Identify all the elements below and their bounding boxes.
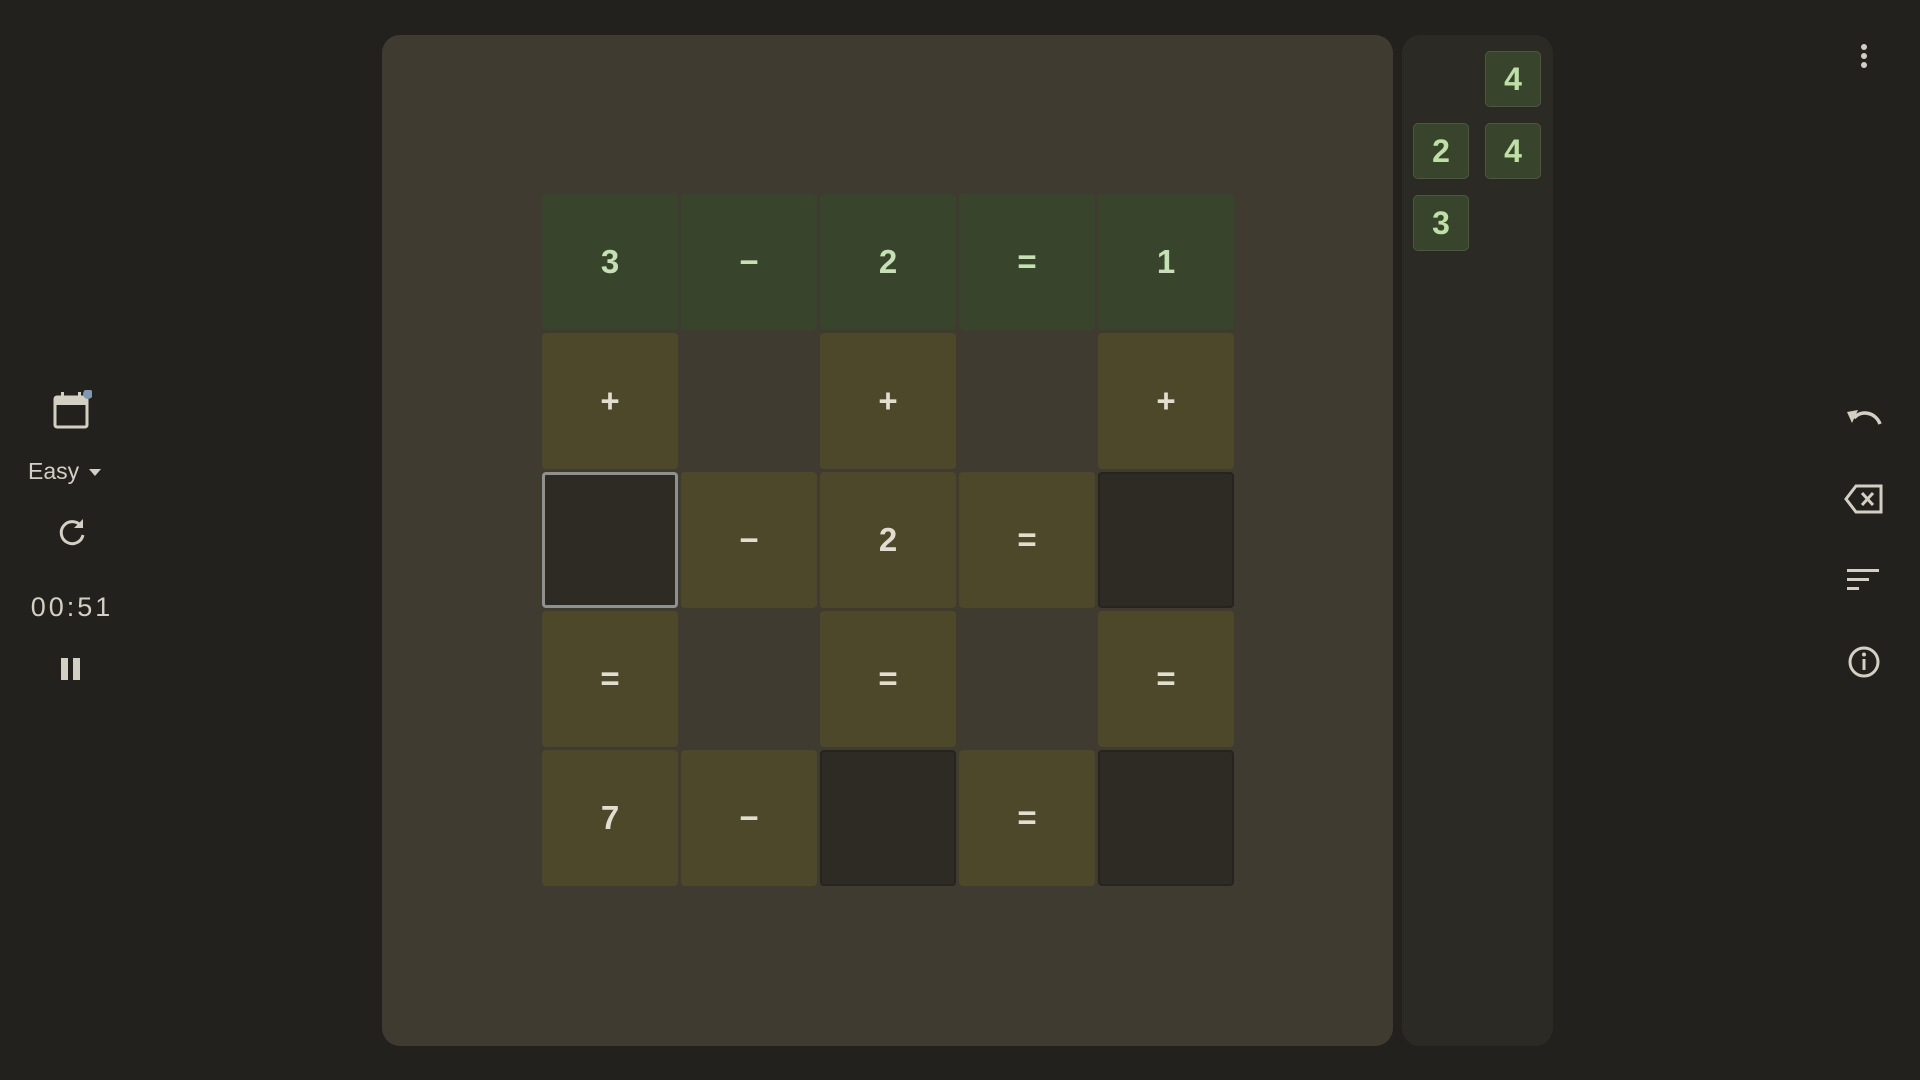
grid-cell: − xyxy=(681,194,817,330)
pause-icon[interactable] xyxy=(59,656,83,682)
restart-icon[interactable] xyxy=(55,516,89,550)
selected-cell[interactable] xyxy=(542,472,678,608)
blank-cell xyxy=(959,611,1095,747)
grid-cell: = xyxy=(1098,611,1234,747)
info-icon[interactable] xyxy=(1846,644,1882,685)
grid-cell: = xyxy=(959,472,1095,608)
grid-cell: + xyxy=(1098,333,1234,469)
grid-cell: = xyxy=(959,750,1095,886)
empty-cell[interactable] xyxy=(1098,472,1234,608)
grid-cell: − xyxy=(681,472,817,608)
number-tray: 4 2 4 3 xyxy=(1402,35,1553,1046)
puzzle-grid: 3−2 = 1 + + + −2 = = = = 7− = xyxy=(542,194,1234,886)
number-tile[interactable]: 4 xyxy=(1485,123,1541,179)
backspace-icon[interactable] xyxy=(1843,482,1885,521)
left-sidebar: Easy 00:51 xyxy=(0,0,144,1080)
calendar-icon[interactable] xyxy=(52,389,93,430)
number-tile[interactable]: 4 xyxy=(1485,51,1541,107)
empty-cell[interactable] xyxy=(820,750,956,886)
grid-cell: = xyxy=(959,194,1095,330)
grid-cell: 2 xyxy=(820,194,956,330)
difficulty-selector[interactable]: Easy xyxy=(28,458,102,485)
grid-cell: 1 xyxy=(1098,194,1234,330)
sort-icon[interactable] xyxy=(1846,566,1882,599)
grid-cell: = xyxy=(820,611,956,747)
more-vert-icon[interactable] xyxy=(1848,40,1880,77)
number-tile[interactable]: 3 xyxy=(1413,195,1469,251)
number-tile[interactable]: 2 xyxy=(1413,123,1469,179)
timer: 00:51 xyxy=(30,592,114,622)
grid-cell: + xyxy=(542,333,678,469)
difficulty-label: Easy xyxy=(28,458,80,484)
grid-cell: 2 xyxy=(820,472,956,608)
blank-cell xyxy=(681,611,817,747)
blank-cell xyxy=(959,333,1095,469)
grid-cell: 7 xyxy=(542,750,678,886)
grid-cell: 3 xyxy=(542,194,678,330)
grid-cell: = xyxy=(542,611,678,747)
blank-cell xyxy=(681,333,817,469)
undo-icon[interactable] xyxy=(1844,404,1884,443)
grid-cell: + xyxy=(820,333,956,469)
dropdown-arrow-icon xyxy=(89,469,102,476)
empty-cell[interactable] xyxy=(1098,750,1234,886)
grid-cell: − xyxy=(681,750,817,886)
